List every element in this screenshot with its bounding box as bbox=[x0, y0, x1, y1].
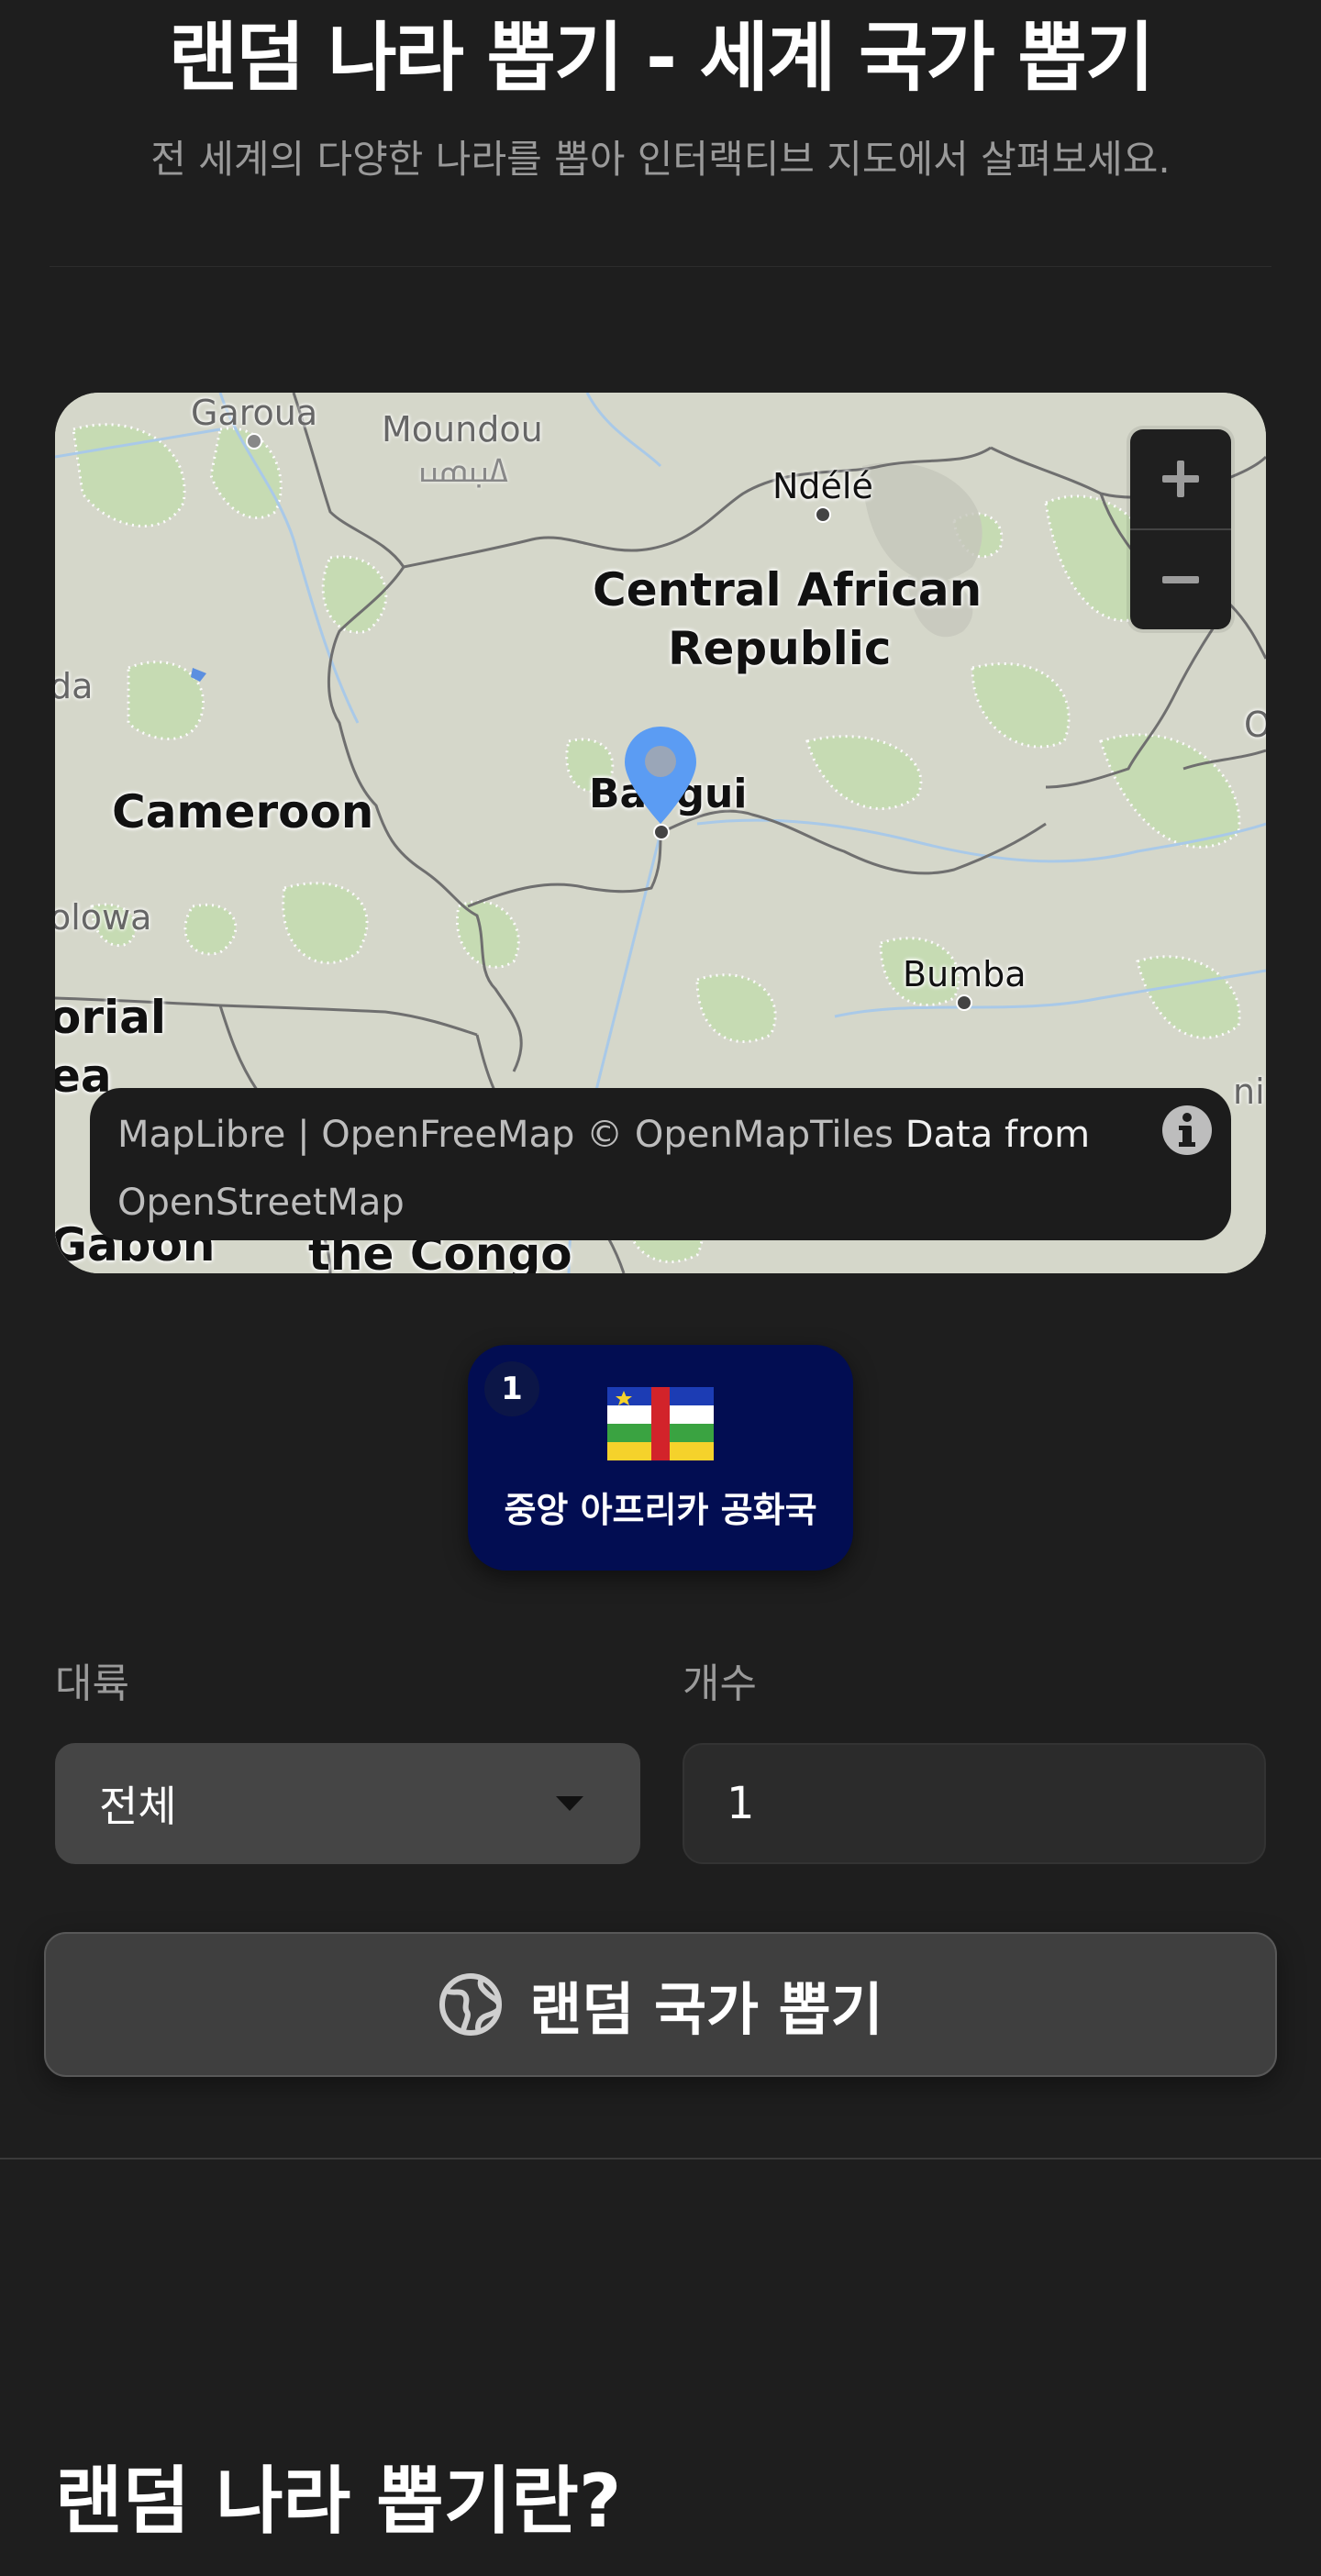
result-country-card[interactable]: 1 중앙 아프리카 공화국 bbox=[468, 1345, 853, 1571]
minus-icon bbox=[1162, 576, 1199, 583]
continent-label: 대륙 bbox=[55, 1660, 129, 1707]
count-input[interactable] bbox=[683, 1743, 1266, 1864]
chevron-down-icon bbox=[556, 1796, 583, 1811]
map-label-da: da bbox=[55, 666, 94, 706]
map-label-car-line2: Republic bbox=[668, 622, 892, 675]
map-label-cameroon: Cameroon bbox=[112, 785, 374, 838]
count-label: 개수 bbox=[683, 1660, 757, 1707]
attribution-osm-link[interactable]: OpenStreetMap bbox=[117, 1182, 405, 1224]
map-marker-icon[interactable] bbox=[623, 725, 698, 826]
map-label-moundou: Moundou bbox=[382, 409, 543, 450]
header-divider bbox=[50, 266, 1271, 267]
map-label-edge-o: O bbox=[1244, 705, 1266, 745]
attribution-openfreemap-link[interactable]: OpenFreeMap bbox=[321, 1114, 574, 1156]
continent-select-value: 전체 bbox=[99, 1782, 177, 1831]
plus-icon bbox=[1162, 461, 1199, 497]
map-label-ndele: Ndélé bbox=[772, 466, 873, 506]
map-label-car-line1: Central African bbox=[593, 563, 982, 616]
map-label-equatorial-1: orial bbox=[55, 991, 167, 1044]
draw-random-country-button[interactable]: 랜덤 국가 뽑기 bbox=[44, 1932, 1277, 2077]
map-label-olowa: olowa bbox=[55, 897, 152, 938]
interactive-map[interactable]: Garoua Moundou ߡߎ߲ߘߎ Ndélé Central Afric… bbox=[55, 393, 1266, 1273]
map-label-bumba: Bumba bbox=[903, 954, 1027, 994]
section-divider bbox=[0, 2158, 1321, 2160]
page-title: 랜덤 나라 뽑기 - 세계 국가 뽑기 bbox=[168, 15, 1155, 102]
result-index-badge: 1 bbox=[484, 1361, 539, 1416]
attribution-maplibre-link[interactable]: MapLibre bbox=[117, 1114, 285, 1156]
result-country-name: 중앙 아프리카 공화국 bbox=[504, 1490, 817, 1530]
central-african-republic-flag-icon bbox=[607, 1387, 714, 1460]
zoom-out-button[interactable] bbox=[1130, 530, 1231, 629]
attribution-openmaptiles-link[interactable]: © OpenMapTiles bbox=[586, 1114, 894, 1156]
page-subtitle: 전 세계의 다양한 나라를 뽑아 인터랙티브 지도에서 살펴보세요. bbox=[150, 137, 1171, 182]
map-city-dot-ndele bbox=[815, 506, 831, 523]
continent-select[interactable]: 전체 bbox=[55, 1743, 640, 1864]
info-icon[interactable] bbox=[1160, 1103, 1215, 1158]
map-city-dot-bumba bbox=[956, 994, 972, 1011]
map-label-moundou-script: ߡߎ߲ߘߎ bbox=[418, 453, 509, 490]
section-title: 랜덤 나라 뽑기란? bbox=[55, 2459, 622, 2544]
map-label-edge-ni: ni bbox=[1233, 1071, 1265, 1112]
attribution-data-from: Data from bbox=[905, 1114, 1091, 1156]
page: 랜덤 나라 뽑기 - 세계 국가 뽑기 전 세계의 다양한 나라를 뽑아 인터랙… bbox=[0, 0, 1321, 2576]
attribution-separator: | bbox=[285, 1114, 322, 1156]
map-attribution: MapLibre | OpenFreeMap © OpenMapTiles Da… bbox=[90, 1088, 1231, 1240]
zoom-control bbox=[1130, 429, 1231, 629]
map-city-dot-garoua bbox=[246, 433, 262, 450]
globe-icon bbox=[439, 1973, 503, 2036]
map-label-garoua: Garoua bbox=[191, 393, 318, 433]
map-city-dot-bangui bbox=[653, 824, 670, 840]
zoom-in-button[interactable] bbox=[1130, 429, 1231, 528]
draw-button-label: 랜덤 국가 뽑기 bbox=[529, 1976, 883, 2043]
